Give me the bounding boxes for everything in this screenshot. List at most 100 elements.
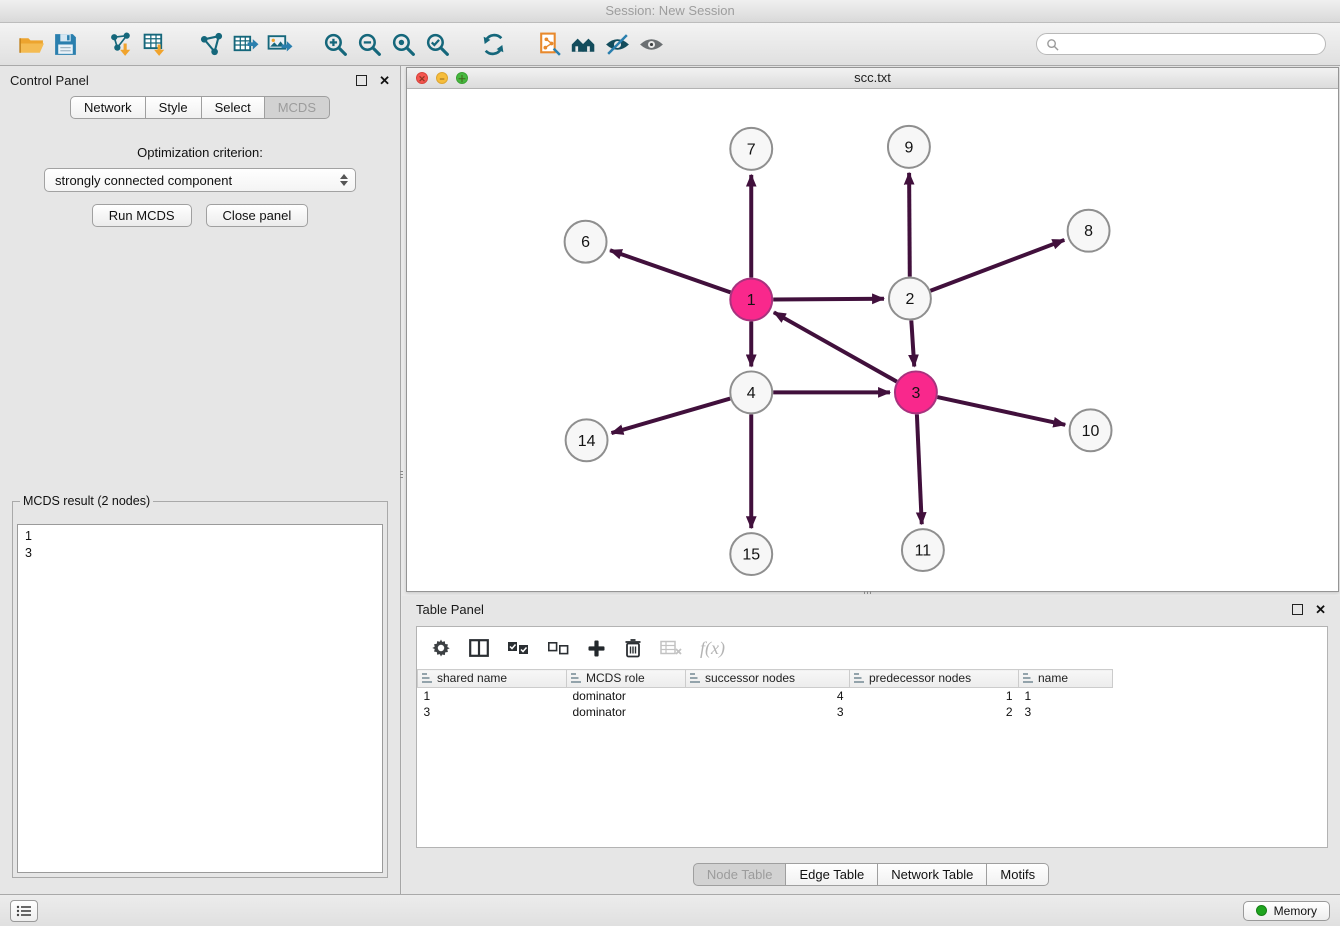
maximize-window-icon[interactable]: ＋ xyxy=(456,72,468,84)
criterion-dropdown[interactable]: strongly connected component xyxy=(44,168,356,192)
tab-network-table[interactable]: Network Table xyxy=(878,863,987,886)
node-table-container: f(x) shared nameMCDS rolesuccessor nodes… xyxy=(416,626,1328,848)
table-row[interactable]: 1dominator411 xyxy=(418,688,1328,705)
edge-1-to-2[interactable] xyxy=(773,299,884,300)
control-panel-title: Control Panel xyxy=(10,73,89,88)
float-panel-icon[interactable] xyxy=(356,75,367,86)
table-panel-tabs: Node Table Edge Table Network Table Moti… xyxy=(693,863,1049,886)
vertical-splitter-handle[interactable] xyxy=(399,466,404,482)
close-panel-icon[interactable]: ✕ xyxy=(379,74,390,87)
horizontal-splitter-handle[interactable] xyxy=(858,590,876,595)
control-panel-header: Control Panel ✕ xyxy=(0,66,400,94)
close-panel-button[interactable]: Close panel xyxy=(206,204,309,227)
node-label-15: 15 xyxy=(742,547,760,564)
memory-button-label: Memory xyxy=(1274,904,1317,918)
control-panel: Control Panel ✕ Network Style Select MCD… xyxy=(0,66,401,894)
home-icon[interactable] xyxy=(566,27,600,61)
tab-style[interactable]: Style xyxy=(146,96,202,119)
settings-gear-icon[interactable] xyxy=(431,638,451,658)
export-image-icon[interactable] xyxy=(262,27,296,61)
edge-2-to-3[interactable] xyxy=(911,320,914,366)
select-all-columns-icon[interactable] xyxy=(507,641,529,656)
minimize-window-icon[interactable]: − xyxy=(436,72,448,84)
control-panel-tabs: Network Style Select MCDS xyxy=(70,96,330,119)
tab-motifs[interactable]: Motifs xyxy=(987,863,1049,886)
tab-select[interactable]: Select xyxy=(202,96,265,119)
search-input[interactable] xyxy=(1064,36,1316,52)
tab-edge-table[interactable]: Edge Table xyxy=(786,863,878,886)
edge-2-to-9[interactable] xyxy=(909,173,910,277)
eye-icon[interactable] xyxy=(634,27,668,61)
zoom-in-icon[interactable] xyxy=(318,27,352,61)
delete-column-trash-icon[interactable] xyxy=(624,638,642,658)
show-column-icon[interactable] xyxy=(469,639,489,657)
column-header-successor-nodes[interactable]: successor nodes xyxy=(686,670,850,688)
edge-3-to-10[interactable] xyxy=(937,397,1065,425)
edge-1-to-6[interactable] xyxy=(610,250,730,292)
new-network-icon[interactable] xyxy=(194,27,228,61)
zoom-fit-icon[interactable] xyxy=(386,27,420,61)
mcds-result-title: MCDS result (2 nodes) xyxy=(20,494,153,508)
task-history-icon[interactable] xyxy=(10,900,38,922)
edge-3-to-1[interactable] xyxy=(774,312,897,381)
node-label-10: 10 xyxy=(1082,423,1100,440)
apply-layout-refresh-icon[interactable] xyxy=(476,27,510,61)
node-label-14: 14 xyxy=(578,433,596,450)
node-label-6: 6 xyxy=(581,234,590,251)
run-mcds-button[interactable]: Run MCDS xyxy=(92,204,192,227)
add-column-icon[interactable] xyxy=(587,639,606,658)
network-canvas[interactable]: 7968124314101511 xyxy=(407,89,1338,591)
dropdown-arrows-icon xyxy=(340,174,348,186)
import-network-icon[interactable] xyxy=(104,27,138,61)
table-panel-header: Table Panel ✕ xyxy=(402,596,1340,622)
network-window-title: scc.txt xyxy=(854,70,891,85)
tab-network[interactable]: Network xyxy=(70,96,146,119)
table-toolbar: f(x) xyxy=(417,627,1327,669)
node-label-2: 2 xyxy=(905,291,914,308)
column-header-shared-name[interactable]: shared name xyxy=(418,670,567,688)
column-header-label: name xyxy=(1038,671,1068,685)
unselect-all-columns-icon[interactable] xyxy=(547,641,569,656)
edge-4-to-14[interactable] xyxy=(611,399,730,434)
network-window-titlebar[interactable]: ✕ − ＋ scc.txt xyxy=(407,68,1338,89)
close-table-panel-icon[interactable]: ✕ xyxy=(1315,603,1326,616)
network-view-window: ✕ − ＋ scc.txt 7968124314101511 xyxy=(406,67,1339,592)
table-cell: 4 xyxy=(686,688,850,705)
memory-status-dot-icon xyxy=(1256,905,1267,916)
table-cell: 1 xyxy=(1019,688,1113,705)
node-label-1: 1 xyxy=(747,292,756,309)
mcds-result-box[interactable]: 13 xyxy=(17,524,383,873)
sort-icon xyxy=(690,672,700,686)
delete-table-icon xyxy=(660,640,682,656)
column-header-label: predecessor nodes xyxy=(869,671,971,685)
zoom-selected-icon[interactable] xyxy=(420,27,454,61)
edge-2-to-8[interactable] xyxy=(930,240,1064,291)
node-label-7: 7 xyxy=(747,141,756,158)
table-row[interactable]: 3dominator323 xyxy=(418,704,1328,720)
zoom-out-icon[interactable] xyxy=(352,27,386,61)
traffic-lights: ✕ − ＋ xyxy=(416,72,468,84)
open-network-document-icon[interactable] xyxy=(532,27,566,61)
close-window-icon[interactable]: ✕ xyxy=(416,72,428,84)
column-header-MCDS-role[interactable]: MCDS role xyxy=(567,670,686,688)
table-panel-title: Table Panel xyxy=(416,602,484,617)
global-search-box[interactable] xyxy=(1036,33,1326,55)
node-table: shared nameMCDS rolesuccessor nodes prede… xyxy=(417,669,1327,720)
mcds-result-line: 1 xyxy=(25,528,375,545)
memory-button[interactable]: Memory xyxy=(1243,901,1330,921)
node-label-4: 4 xyxy=(747,385,756,402)
float-table-panel-icon[interactable] xyxy=(1292,604,1303,615)
table-panel: Table Panel ✕ xyxy=(402,596,1340,894)
graphics-details-eye-icon[interactable] xyxy=(600,27,634,61)
open-session-icon[interactable] xyxy=(14,27,48,61)
column-header-predecessor-nodes[interactable]: predecessor nodes xyxy=(850,670,1019,688)
edge-3-to-11[interactable] xyxy=(917,414,922,524)
tab-node-table[interactable]: Node Table xyxy=(693,863,787,886)
export-table-icon[interactable] xyxy=(228,27,262,61)
table-cell: 3 xyxy=(686,704,850,720)
column-header-name[interactable]: name xyxy=(1019,670,1113,688)
network-canvas-wrap: 7968124314101511 xyxy=(407,89,1338,591)
save-session-icon[interactable] xyxy=(48,27,82,61)
tab-mcds[interactable]: MCDS xyxy=(265,96,330,119)
import-table-icon[interactable] xyxy=(138,27,172,61)
